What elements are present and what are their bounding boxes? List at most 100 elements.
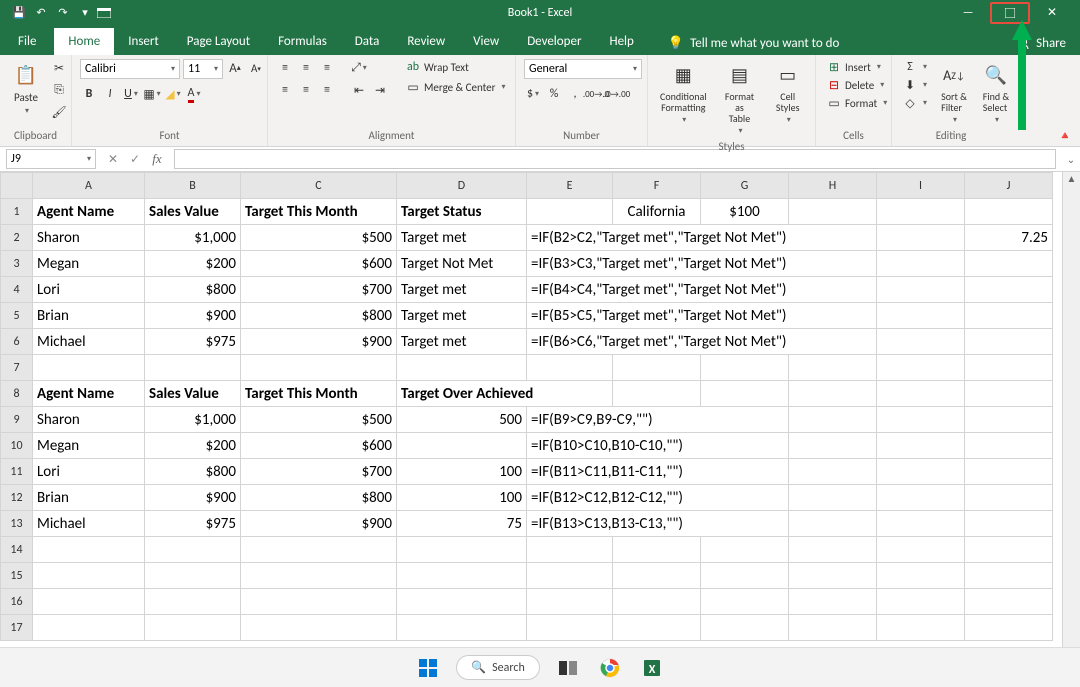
row-header-12[interactable]: 12 <box>1 485 33 511</box>
cell[interactable]: 75 <box>397 511 527 537</box>
cell[interactable] <box>613 589 701 615</box>
cell[interactable] <box>241 355 397 381</box>
close-button[interactable]: ✕ <box>1032 2 1072 24</box>
cell[interactable]: Agent Name <box>33 381 145 407</box>
decrease-font-button[interactable]: A▾ <box>247 59 265 77</box>
number-format-combo[interactable]: General▾ <box>524 59 642 79</box>
cell[interactable] <box>145 615 241 641</box>
cell[interactable] <box>877 251 965 277</box>
insert-cells-button[interactable]: ⊞Insert▾ <box>824 59 890 75</box>
cell[interactable]: =IF(B2>C2,"Target met","Target Not Met") <box>527 225 877 251</box>
row-header-17[interactable]: 17 <box>1 615 33 641</box>
cell[interactable] <box>145 589 241 615</box>
cell[interactable]: Target This Month <box>241 381 397 407</box>
maximize-button[interactable] <box>990 2 1030 24</box>
name-box[interactable]: J9▾ <box>6 149 96 169</box>
cell[interactable]: =IF(B10>C10,B10-C10,"") <box>527 433 789 459</box>
column-header-H[interactable]: H <box>789 173 877 199</box>
cell[interactable]: =IF(B9>C9,B9-C9,"") <box>527 407 789 433</box>
vertical-scrollbar[interactable]: ▲ ▼ <box>1062 172 1080 662</box>
row-header-7[interactable]: 7 <box>1 355 33 381</box>
qat-customize-icon[interactable]: ▾ <box>76 4 94 22</box>
cell[interactable] <box>241 537 397 563</box>
cell[interactable]: Target Status <box>397 199 527 225</box>
tab-insert[interactable]: Insert <box>114 28 173 55</box>
cell[interactable] <box>877 225 965 251</box>
underline-button[interactable]: U▾ <box>122 85 140 103</box>
format-cells-button[interactable]: ▭Format▾ <box>824 95 890 111</box>
tab-page-layout[interactable]: Page Layout <box>173 28 264 55</box>
cell[interactable] <box>877 615 965 641</box>
cell[interactable]: 100 <box>397 485 527 511</box>
cell[interactable]: Lori <box>33 459 145 485</box>
column-header-J[interactable]: J <box>965 173 1053 199</box>
cell[interactable] <box>965 485 1053 511</box>
cell[interactable] <box>965 589 1053 615</box>
row-header-8[interactable]: 8 <box>1 381 33 407</box>
column-header-D[interactable]: D <box>397 173 527 199</box>
cell[interactable] <box>877 277 965 303</box>
cell[interactable]: $1,000 <box>145 407 241 433</box>
cell[interactable] <box>965 563 1053 589</box>
delete-cells-button[interactable]: ⊟Delete▾ <box>824 77 890 93</box>
merge-center-button[interactable]: ▭Merge & Center▾ <box>403 79 509 95</box>
cell[interactable] <box>965 355 1053 381</box>
excel-taskbar-icon[interactable]: X <box>638 654 666 682</box>
cell[interactable]: $100 <box>701 199 789 225</box>
cell[interactable] <box>397 433 527 459</box>
cell[interactable]: Target Not Met <box>397 251 527 277</box>
cell[interactable] <box>613 355 701 381</box>
taskbar-search[interactable]: 🔍 Search <box>456 655 540 680</box>
cell[interactable] <box>527 563 613 589</box>
cell[interactable] <box>613 615 701 641</box>
cell[interactable]: Lori <box>33 277 145 303</box>
cell[interactable]: California <box>613 199 701 225</box>
cell[interactable]: $975 <box>145 511 241 537</box>
increase-font-button[interactable]: A▴ <box>226 59 244 77</box>
cell[interactable] <box>965 381 1053 407</box>
cell[interactable] <box>789 355 877 381</box>
cell[interactable] <box>701 381 789 407</box>
cell[interactable] <box>701 589 789 615</box>
cell[interactable]: Target met <box>397 277 527 303</box>
cell[interactable] <box>877 381 965 407</box>
tell-me-search[interactable]: 💡 Tell me what you want to do <box>668 36 840 55</box>
column-header-I[interactable]: I <box>877 173 965 199</box>
cell[interactable]: Agent Name <box>33 199 145 225</box>
cell[interactable] <box>613 537 701 563</box>
collapse-ribbon-icon[interactable]: 🔺 <box>1058 129 1072 142</box>
save-icon[interactable]: 💾 <box>10 4 28 22</box>
cell[interactable] <box>145 355 241 381</box>
cell[interactable] <box>877 537 965 563</box>
row-header-6[interactable]: 6 <box>1 329 33 355</box>
insert-function-button[interactable]: fx <box>148 150 166 168</box>
start-button[interactable] <box>414 654 442 682</box>
cell[interactable]: Sharon <box>33 407 145 433</box>
cell[interactable] <box>789 199 877 225</box>
cell[interactable]: $1,000 <box>145 225 241 251</box>
cell[interactable]: =IF(B13>C13,B13-C13,"") <box>527 511 789 537</box>
cell[interactable]: Brian <box>33 303 145 329</box>
row-header-2[interactable]: 2 <box>1 225 33 251</box>
row-header-9[interactable]: 9 <box>1 407 33 433</box>
cell[interactable] <box>701 563 789 589</box>
expand-formula-bar-icon[interactable]: ⌄ <box>1062 153 1080 166</box>
wrap-text-button[interactable]: abWrap Text <box>403 59 509 75</box>
cell[interactable] <box>965 433 1053 459</box>
cell[interactable]: $500 <box>241 225 397 251</box>
cell[interactable] <box>965 277 1053 303</box>
tab-formulas[interactable]: Formulas <box>264 28 341 55</box>
cell[interactable]: Target met <box>397 303 527 329</box>
cell[interactable] <box>527 199 613 225</box>
cell[interactable]: Michael <box>33 511 145 537</box>
tab-help[interactable]: Help <box>595 28 647 55</box>
cell[interactable] <box>789 485 877 511</box>
cell[interactable] <box>33 355 145 381</box>
cell[interactable]: $900 <box>145 303 241 329</box>
cell[interactable] <box>789 537 877 563</box>
accounting-format-button[interactable]: $▾ <box>524 85 542 103</box>
cell[interactable]: Megan <box>33 433 145 459</box>
align-bottom-button[interactable]: ≡ <box>318 59 336 77</box>
cell[interactable] <box>877 563 965 589</box>
cell[interactable]: =IF(B11>C11,B11-C11,"") <box>527 459 789 485</box>
